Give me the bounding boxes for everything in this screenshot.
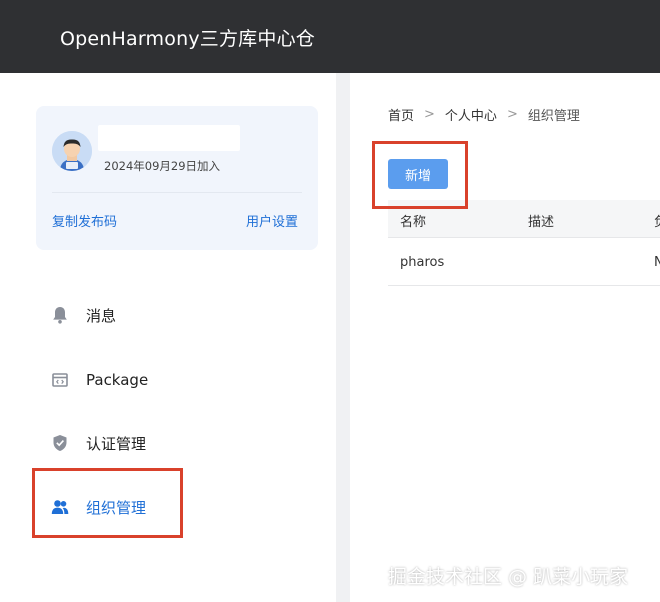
avatar-image	[52, 131, 92, 171]
table-row[interactable]: pharos N	[388, 238, 660, 286]
breadcrumb-separator: >	[424, 107, 435, 122]
cell-name: pharos	[400, 255, 445, 270]
sidebar-item-messages[interactable]: 消息	[50, 303, 290, 327]
sidebar-item-certification[interactable]: 认证管理	[50, 431, 290, 455]
sidebar-item-organization[interactable]: 组织管理	[50, 495, 290, 519]
breadcrumb-home[interactable]: 首页	[388, 105, 414, 124]
watermark: 掘金技术社区 @ 趴菜小玩家	[388, 566, 629, 588]
sidebar-item-label: 组织管理	[86, 498, 147, 517]
breadcrumb-personal-center[interactable]: 个人中心	[445, 105, 497, 124]
top-bar: OpenHarmony三方库中心仓	[0, 0, 660, 73]
sidebar-item-label: Package	[86, 371, 149, 389]
join-date: 2024年09月29日加入	[104, 159, 221, 173]
package-icon	[50, 370, 70, 390]
sidebar-item-package[interactable]: Package	[50, 368, 290, 392]
main-content: 首页 > 个人中心 > 组织管理 新增 名称 描述 负 pharos N	[350, 73, 660, 602]
breadcrumb-current: 组织管理	[527, 109, 580, 124]
sidebar-item-label: 认证管理	[86, 434, 147, 453]
cell-owner: N	[654, 255, 660, 270]
breadcrumb: 首页 > 个人中心 > 组织管理	[388, 105, 580, 124]
sidebar-item-label: 消息	[86, 306, 117, 325]
avatar[interactable]	[52, 131, 92, 171]
table-header: 名称 描述 负	[388, 200, 660, 238]
breadcrumb-separator: >	[506, 107, 518, 122]
app-title[interactable]: OpenHarmony三方库中心仓	[60, 24, 315, 51]
column-header-owner: 负	[654, 211, 660, 230]
users-icon	[50, 497, 70, 517]
card-divider	[52, 192, 302, 193]
shield-icon	[50, 433, 70, 453]
add-button[interactable]: 新增	[388, 159, 448, 189]
sidebar: 2024年09月29日加入 复制发布码 用户设置 消息 Package 认证管理…	[0, 73, 336, 602]
username-field	[98, 125, 240, 151]
copy-publish-code-link[interactable]: 复制发布码	[52, 211, 117, 230]
profile-card: 2024年09月29日加入 复制发布码 用户设置	[36, 106, 318, 250]
user-settings-link[interactable]: 用户设置	[246, 211, 298, 230]
bell-icon	[50, 305, 70, 325]
column-header-name: 名称	[400, 215, 427, 230]
column-header-description: 描述	[528, 215, 555, 230]
